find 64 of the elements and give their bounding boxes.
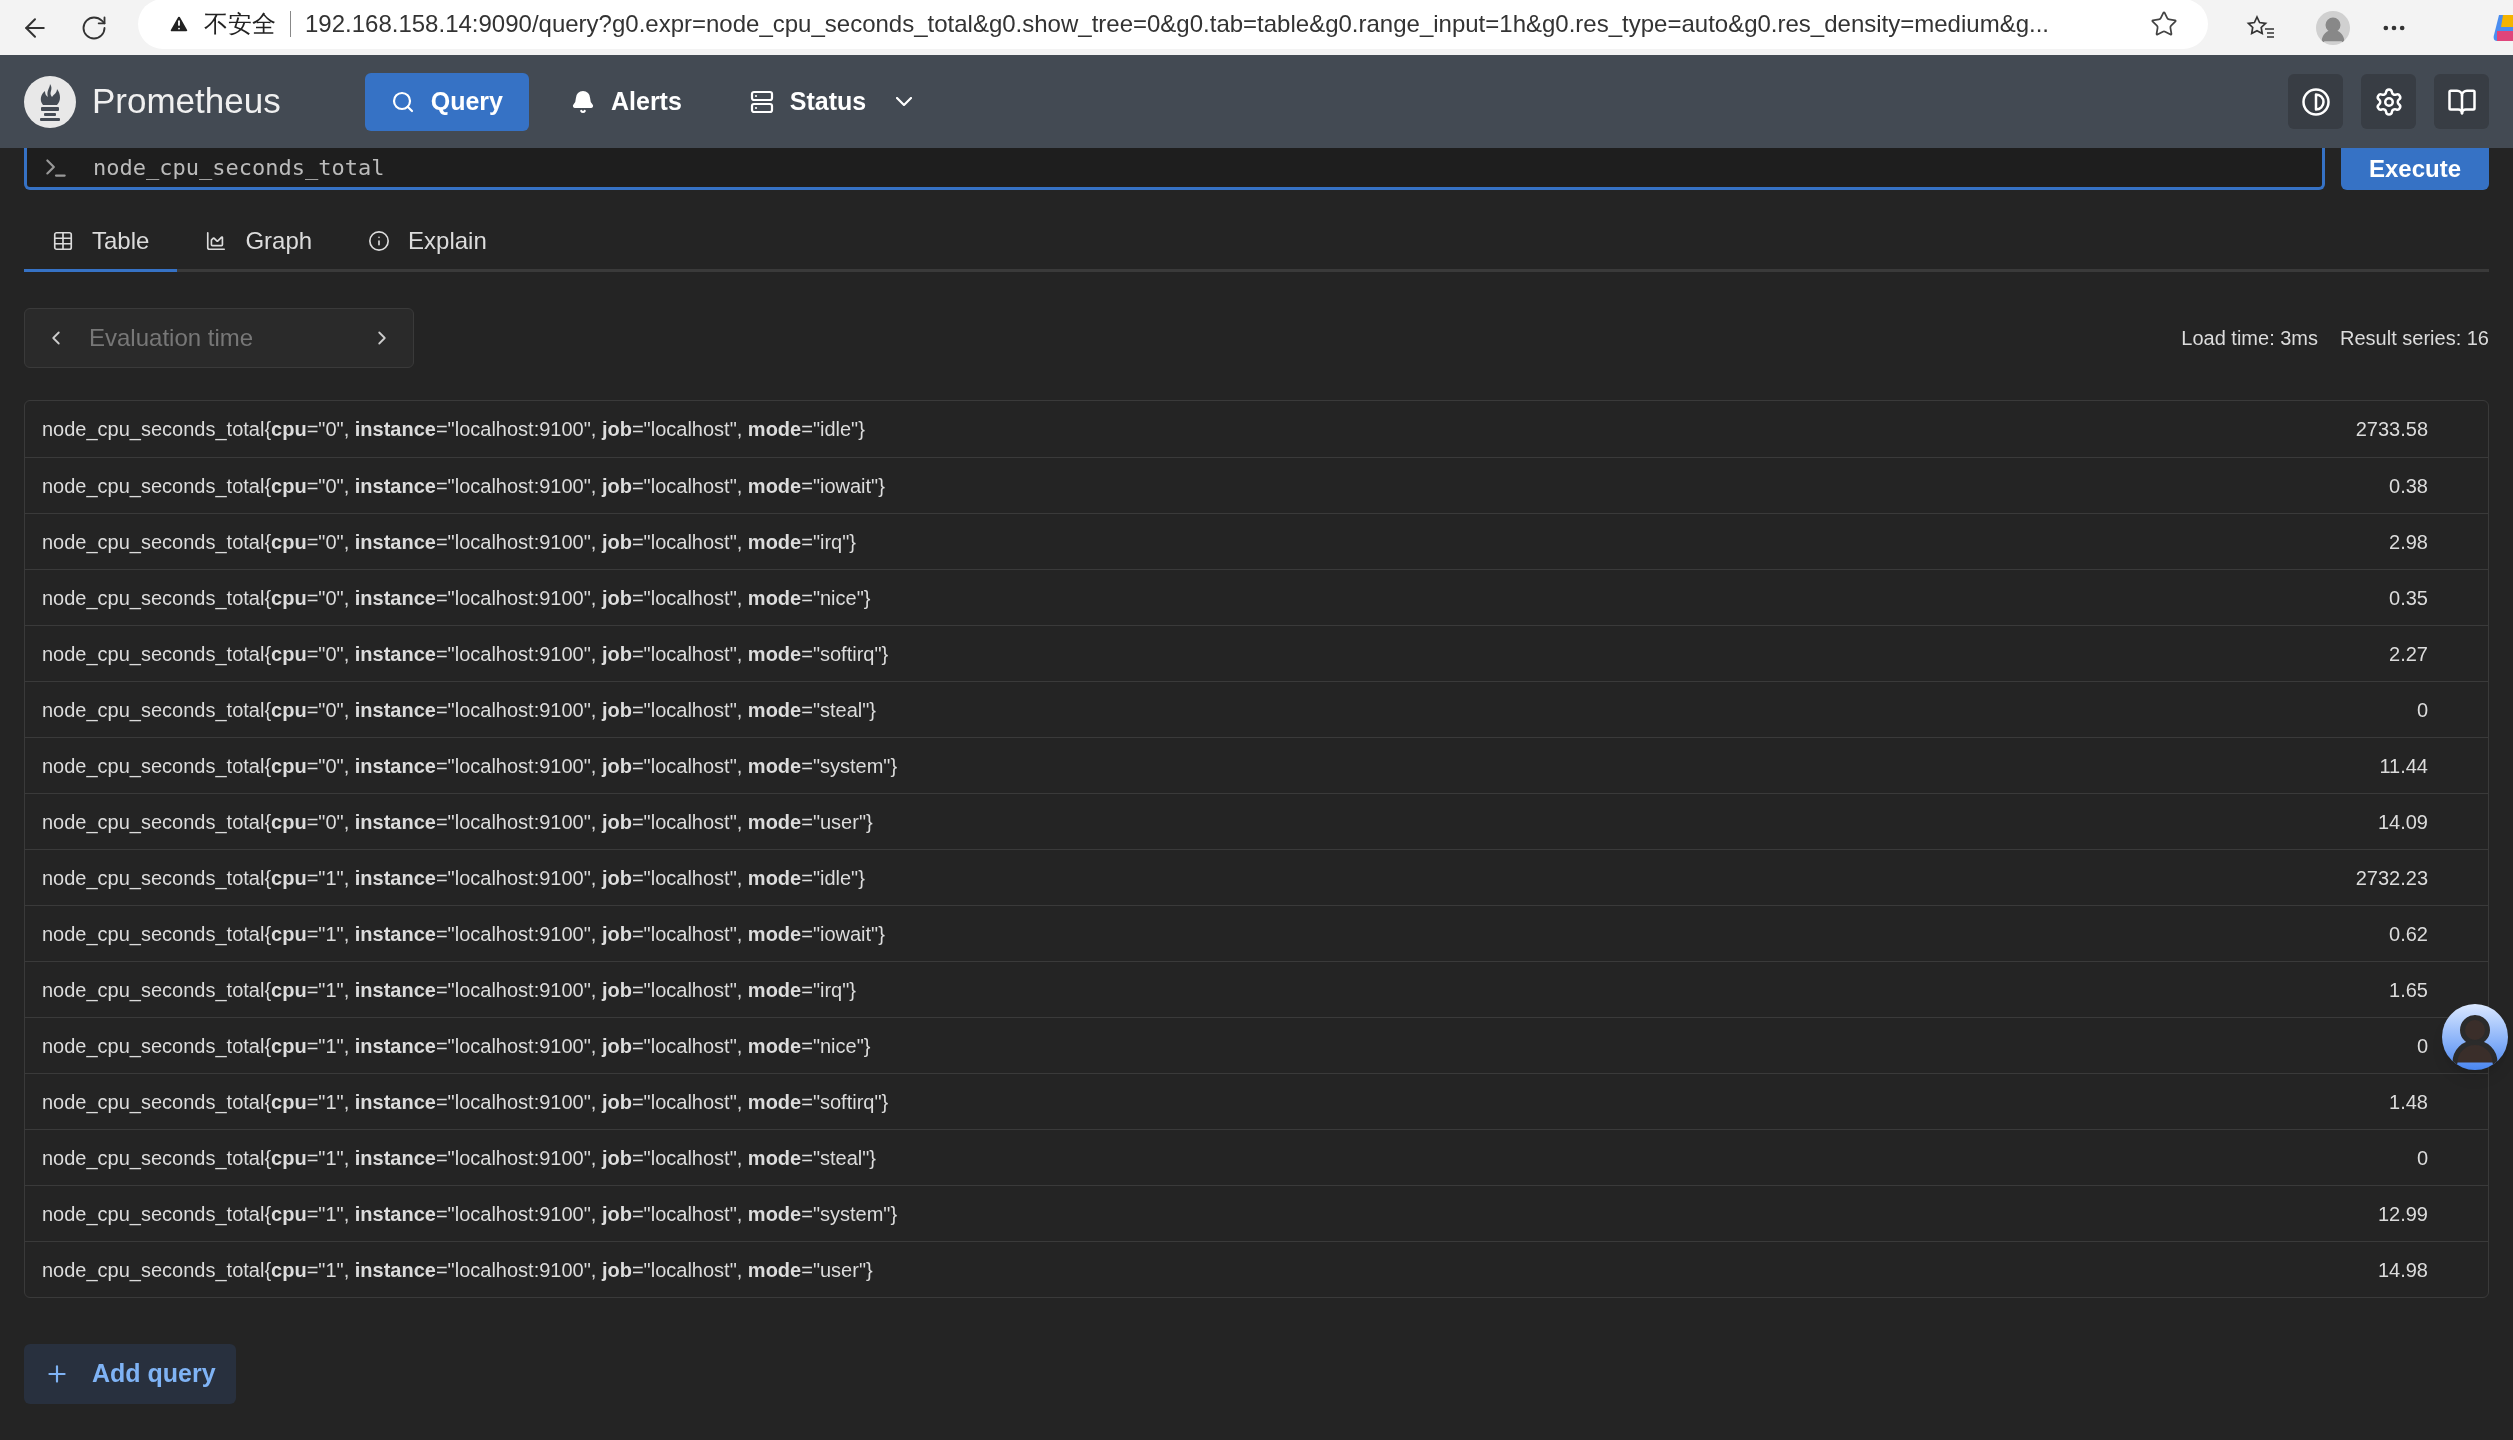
view-tab[interactable]: Table (24, 212, 178, 272)
star-icon[interactable] (2150, 9, 2178, 38)
series-value: 0.62 (2389, 921, 2428, 947)
contrast-button[interactable] (2288, 74, 2343, 129)
series-value: 11.44 (2379, 753, 2428, 779)
app-title: Prometheus (92, 80, 281, 123)
profile-avatar[interactable] (2316, 10, 2350, 45)
series-label: node_cpu_seconds_total{cpu="1", instance="localhost:9100", job="localhost", mode="iowait"} (42, 921, 885, 948)
query-input[interactable]: node_cpu_seconds_total (24, 148, 2325, 190)
torch-logo-icon (24, 75, 76, 128)
series-label: node_cpu_seconds_total{cpu="1", instance="localhost:9100", job="localhost", mode="nice"} (42, 1033, 871, 1060)
stat-text: Result series: 16 (2340, 326, 2489, 351)
contrast-icon (2300, 86, 2331, 117)
series-label: node_cpu_seconds_total{cpu="0", instance="localhost:9100", job="localhost", mode="nice"} (42, 585, 871, 612)
nav-tab[interactable]: Status (723, 72, 939, 131)
url-text: 192.168.158.14:9090/query?g0.expr=node_cpu_seconds_total&g0.show_tree=0&g0.tab=table&g0.range_input=1h&g0.res_type=auto&g0.res_density=medium&g... (305, 8, 2049, 39)
series-label: node_cpu_seconds_total{cpu="0", instance="localhost:9100", job="localhost", mode="user"} (42, 809, 873, 836)
series-value: 1.48 (2389, 1089, 2428, 1115)
nav-tab[interactable]: Query (364, 72, 529, 131)
chart-icon (205, 229, 228, 252)
series-label: node_cpu_seconds_total{cpu="0", instance="localhost:9100", job="localhost", mode="system"} (42, 753, 898, 780)
series-label: node_cpu_seconds_total{cpu="0", instance="localhost:9100", job="localhost", mode="softirq"} (42, 641, 889, 668)
series-value: 12.99 (2377, 1201, 2428, 1227)
series-label: node_cpu_seconds_total{cpu="0", instance="localhost:9100", job="localhost", mode="irq"} (42, 529, 856, 556)
series-value: 0 (2416, 697, 2428, 723)
series-label: node_cpu_seconds_total{cpu="1", instance="localhost:9100", job="localhost", mode="steal"} (42, 1145, 876, 1172)
security-label: 不安全 (204, 8, 276, 39)
nav-tab[interactable]: Alerts (545, 72, 708, 131)
address-bar[interactable]: 不安全 192.168.158.14:9090/query?g0.expr=node_cpu_seconds_total&g0.show_tree=0&g0.tab=table&g0.range_input=1h&g0.res_type=auto&g0.res_density=medium&g... (138, 0, 2208, 49)
add-query-button[interactable]: Add query (24, 1344, 236, 1404)
series-label: node_cpu_seconds_total{cpu="1", instance="localhost:9100", job="localhost", mode="irq"} (42, 977, 856, 1004)
series-label: node_cpu_seconds_total{cpu="0", instance="localhost:9100", job="localhost", mode="steal"} (42, 697, 876, 724)
book-button[interactable] (2434, 74, 2489, 129)
settings-icon (2373, 86, 2404, 117)
series-value: 2732.23 (2355, 865, 2428, 891)
series-value: 0 (2416, 1145, 2428, 1171)
execute-button[interactable]: Execute (2341, 148, 2489, 190)
series-value: 14.98 (2377, 1257, 2428, 1283)
series-value: 2733.58 (2355, 417, 2428, 442)
settings-button[interactable] (2361, 74, 2416, 129)
series-label: node_cpu_seconds_total{cpu="1", instance="localhost:9100", job="localhost", mode="softirq"} (42, 1089, 889, 1116)
series-value: 0.35 (2389, 585, 2428, 611)
bell-icon (571, 89, 595, 114)
series-value: 0 (2416, 1033, 2428, 1059)
stat-text: Load time: 3ms (2181, 326, 2319, 351)
evaluation-time-field[interactable]: Evaluation time (24, 308, 414, 368)
series-label: node_cpu_seconds_total{cpu="0", instance="localhost:9100", job="localhost", mode="iowait"} (42, 473, 885, 500)
info-icon (368, 229, 391, 252)
series-label: node_cpu_seconds_total{cpu="1", instance="localhost:9100", job="localhost", mode="idle"} (42, 865, 865, 892)
evaluation-time-input[interactable]: Evaluation time (89, 320, 349, 356)
search-icon (390, 89, 415, 114)
series-label: node_cpu_seconds_total{cpu="1", instance="localhost:9100", job="localhost", mode="user"} (42, 1257, 873, 1284)
series-label: node_cpu_seconds_total{cpu="0", instance="localhost:9100", job="localhost", mode="idle"} (42, 417, 865, 443)
server-icon (749, 89, 774, 114)
table-icon (52, 229, 74, 252)
series-label: node_cpu_seconds_total{cpu="1", instance="localhost:9100", job="localhost", mode="system"} (42, 1201, 898, 1228)
series-value: 0.38 (2389, 473, 2428, 499)
series-value: 2.27 (2389, 641, 2428, 667)
chevron-down-icon (896, 97, 913, 106)
series-value: 1.65 (2389, 977, 2428, 1003)
series-value: 2.98 (2389, 529, 2428, 555)
series-value: 14.09 (2377, 809, 2428, 835)
view-tab[interactable]: Graph (177, 212, 341, 272)
view-tab[interactable]: Explain (340, 212, 515, 272)
